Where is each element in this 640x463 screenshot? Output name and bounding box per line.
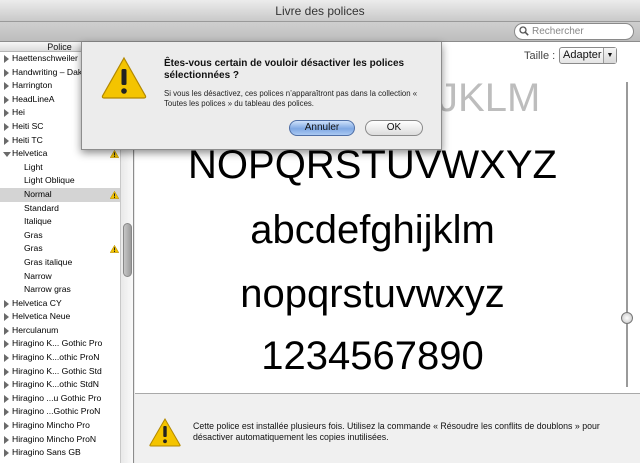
disclosure-closed-icon[interactable] — [4, 367, 9, 376]
search-placeholder: Rechercher — [532, 26, 584, 37]
font-item-label: HeadLineA — [12, 93, 55, 104]
disclosure-closed-icon[interactable] — [4, 55, 9, 63]
font-family-item[interactable]: Hiragino ...Gothic ProN — [0, 405, 133, 419]
font-item-label: Hiragino K... Gothic Pro — [12, 338, 103, 349]
font-style-item[interactable]: Gras — [0, 229, 133, 243]
font-family-item[interactable]: Hiragino Sans GB — [0, 446, 133, 460]
warning-icon — [101, 56, 147, 99]
size-select-value: Adapter — [563, 49, 602, 61]
font-style-item[interactable]: Light — [0, 161, 133, 175]
disclosure-closed-icon[interactable] — [4, 82, 9, 91]
font-item-label: Light — [24, 161, 43, 172]
disclosure-closed-icon[interactable] — [4, 136, 9, 145]
size-label: Taille : — [524, 50, 556, 62]
font-style-item[interactable]: Gras — [0, 242, 133, 256]
font-item-label: Gras — [24, 243, 43, 254]
disclosure-closed-icon[interactable] — [4, 95, 9, 104]
info-message: Cette police est installée plusieurs foi… — [193, 421, 600, 442]
font-item-label: Normal — [24, 188, 52, 199]
font-family-item[interactable]: Helvetica CY — [0, 297, 133, 311]
font-item-label: Haettenschweiler — [12, 53, 78, 63]
disclosure-closed-icon[interactable] — [4, 109, 9, 118]
disclosure-open-icon[interactable] — [3, 152, 11, 158]
disclosure-closed-icon[interactable] — [4, 435, 9, 444]
search-field[interactable]: Rechercher — [514, 23, 634, 40]
window-title: Livre des polices — [0, 0, 640, 22]
font-style-item[interactable]: Narrow — [0, 270, 133, 284]
size-slider-track[interactable] — [626, 82, 628, 387]
font-item-label: Heiti TC — [12, 134, 43, 145]
font-family-item[interactable]: Helvetica Neue — [0, 310, 133, 324]
font-item-label: Helvetica — [12, 148, 48, 159]
cancel-button[interactable]: Annuler — [289, 120, 355, 136]
disclosure-closed-icon[interactable] — [4, 122, 9, 131]
font-item-label: Harrington — [12, 80, 53, 91]
font-style-item[interactable]: Normal — [0, 187, 133, 202]
disclosure-closed-icon[interactable] — [4, 394, 9, 403]
chevron-down-icon: ▼ — [603, 48, 616, 63]
preview-line-lowercase-1: abcdefghijklm — [250, 208, 495, 252]
font-family-item[interactable]: Hiragino Mincho Pro — [0, 419, 133, 433]
font-item-label: Narrow — [24, 270, 52, 281]
disclosure-closed-icon[interactable] — [4, 340, 9, 349]
disclosure-closed-icon[interactable] — [4, 326, 9, 335]
font-item-label: Standard — [24, 202, 59, 213]
disclosure-closed-icon[interactable] — [4, 381, 9, 390]
font-item-label: Italique — [24, 216, 52, 227]
disclosure-closed-icon[interactable] — [4, 422, 9, 431]
font-family-item[interactable]: Herculanum — [0, 324, 133, 338]
font-item-label: Narrow gras — [24, 284, 71, 295]
toolbar: Rechercher — [0, 22, 640, 42]
preview-line-lowercase-2: nopqrstuvwxyz — [240, 272, 505, 316]
disclosure-closed-icon[interactable] — [4, 449, 9, 458]
font-item-label: Hiragino K...othic StdN — [12, 379, 99, 390]
search-icon — [519, 26, 529, 37]
font-item-label: Helvetica CY — [12, 297, 62, 308]
font-item-label: Gras italique — [24, 256, 73, 267]
font-style-item[interactable]: Narrow gras — [0, 283, 133, 297]
font-item-label: Hei — [12, 107, 25, 118]
font-family-item[interactable]: Hiragino K...othic ProN — [0, 351, 133, 365]
font-item-label: Light Oblique — [24, 175, 75, 186]
font-item-label: Hiragino Mincho ProN — [12, 433, 97, 444]
font-item-label: Hiragino Sans GB — [12, 447, 81, 458]
font-style-item[interactable]: Italique — [0, 215, 133, 229]
font-style-item[interactable]: Light Oblique — [0, 174, 133, 188]
font-list-scroll-thumb[interactable] — [123, 223, 132, 277]
disclosure-closed-icon[interactable] — [4, 299, 9, 308]
font-item-label: Herculanum — [12, 324, 59, 335]
font-item-label: Gras — [24, 229, 43, 240]
dialog-message: Si vous les désactivez, ces polices n’ap… — [164, 89, 418, 108]
font-style-item[interactable]: Gras italique — [0, 256, 133, 270]
disclosure-closed-icon[interactable] — [4, 313, 9, 322]
font-item-label: Helvetica Neue — [12, 311, 71, 322]
disclosure-closed-icon[interactable] — [4, 68, 9, 77]
info-bar: Cette police est installée plusieurs foi… — [135, 393, 640, 463]
disclosure-closed-icon[interactable] — [4, 408, 9, 417]
font-style-item[interactable]: Standard — [0, 202, 133, 216]
warning-icon — [149, 418, 181, 447]
font-family-item[interactable]: Hiragino K... Gothic Pro — [0, 337, 133, 351]
font-item-label: Hiragino ...Gothic ProN — [12, 406, 101, 417]
font-item-label: Hiragino ...u Gothic Pro — [12, 392, 102, 403]
font-item-label: Heiti SC — [12, 120, 44, 131]
disclosure-closed-icon[interactable] — [4, 354, 9, 363]
size-select[interactable]: Adapter ▼ — [559, 47, 617, 64]
font-item-label: Hiragino Mincho Pro — [12, 420, 90, 431]
font-item-label: Hiragino K...othic ProN — [12, 352, 100, 363]
preview-line-digits: 1234567890 — [261, 334, 484, 378]
font-family-item[interactable]: Hiragino ...u Gothic Pro — [0, 392, 133, 406]
alert-dialog: Êtes-vous certain de vouloir désactiver … — [81, 42, 442, 150]
warning-icon — [109, 244, 120, 256]
size-slider-knob[interactable] — [621, 312, 633, 324]
warning-icon — [109, 190, 120, 202]
font-family-item[interactable]: Hiragino Mincho ProN — [0, 433, 133, 447]
dialog-title: Êtes-vous certain de vouloir désactiver … — [164, 58, 405, 81]
font-family-item[interactable]: Hiragino K... Gothic Std — [0, 365, 133, 379]
font-item-label: Hiragino K... Gothic Std — [12, 365, 102, 376]
warning-icon — [109, 149, 120, 161]
font-family-item[interactable]: Hiragino K...othic StdN — [0, 378, 133, 392]
ok-button[interactable]: OK — [365, 120, 423, 136]
